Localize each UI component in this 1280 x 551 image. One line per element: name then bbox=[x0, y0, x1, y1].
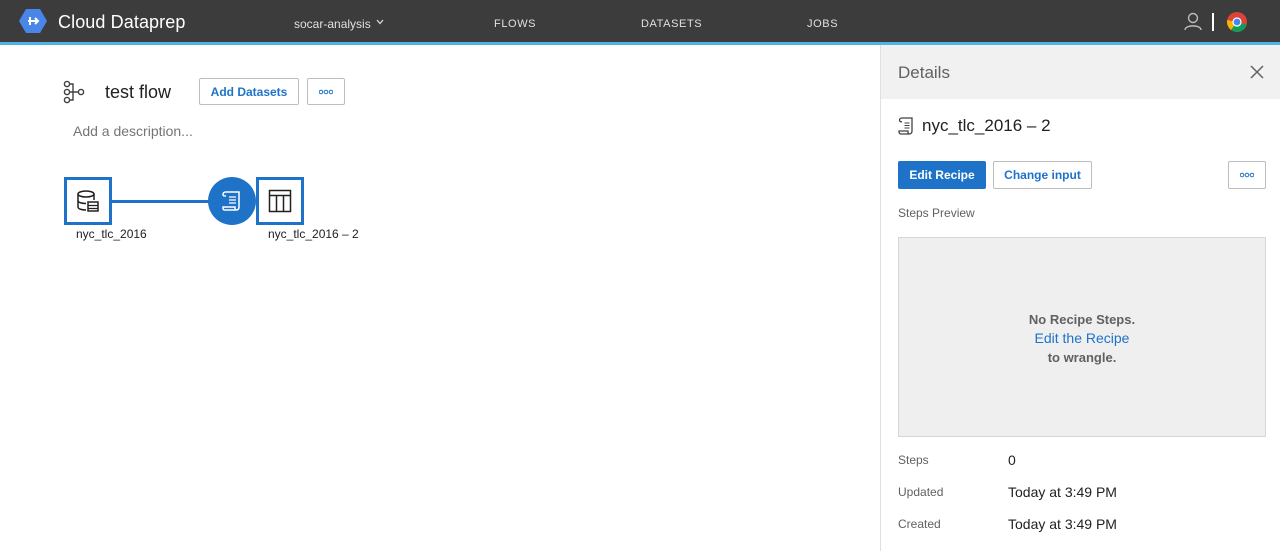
dataset-node[interactable] bbox=[64, 177, 112, 225]
empty-steps-message: No Recipe Steps. Edit the Recipe to wran… bbox=[899, 310, 1265, 367]
table-icon bbox=[268, 189, 292, 213]
flow-connector bbox=[112, 200, 212, 203]
flow-more-button[interactable] bbox=[307, 78, 345, 105]
project-selector[interactable]: socar-analysis bbox=[294, 17, 371, 31]
user-icon[interactable] bbox=[1184, 12, 1202, 31]
details-more-button[interactable] bbox=[1228, 161, 1266, 189]
chrome-icon[interactable] bbox=[1226, 11, 1248, 33]
flow-icon bbox=[63, 80, 85, 104]
nav-flows[interactable]: FLOWS bbox=[494, 18, 536, 30]
steps-preview-label: Steps Preview bbox=[898, 206, 975, 220]
top-bar: Cloud Dataprep socar-analysis FLOWS DATA… bbox=[0, 0, 1280, 45]
change-input-button[interactable]: Change input bbox=[993, 161, 1092, 189]
steps-count-value: 0 bbox=[1008, 452, 1016, 468]
output-node-label: nyc_tlc_2016 – 2 bbox=[268, 227, 359, 241]
close-icon[interactable] bbox=[1250, 65, 1264, 79]
app-title: Cloud Dataprep bbox=[58, 12, 186, 32]
steps-preview-box: No Recipe Steps. Edit the Recipe to wran… bbox=[898, 237, 1266, 437]
steps-count-label: Steps bbox=[898, 453, 929, 467]
flow-canvas: test flow Add Datasets Add a description… bbox=[0, 45, 880, 551]
edit-recipe-button[interactable]: Edit Recipe bbox=[898, 161, 986, 189]
more-options-icon bbox=[319, 89, 333, 94]
output-dataset-node[interactable] bbox=[256, 177, 304, 225]
top-bar-divider bbox=[1212, 13, 1214, 31]
recipe-title: nyc_tlc_2016 – 2 bbox=[922, 116, 1051, 135]
details-title: Details bbox=[898, 63, 950, 82]
created-label: Created bbox=[898, 517, 941, 531]
details-header: Details bbox=[881, 45, 1280, 99]
recipe-scroll-icon bbox=[222, 191, 240, 211]
created-value: Today at 3:49 PM bbox=[1008, 516, 1117, 532]
empty-steps-line3: to wrangle. bbox=[1047, 350, 1117, 365]
details-panel: Details nyc_tlc_2016 – 2 Edit Recipe Cha… bbox=[880, 45, 1280, 551]
flow-description-input[interactable]: Add a description... bbox=[73, 123, 193, 139]
edit-the-recipe-link[interactable]: Edit the Recipe bbox=[899, 329, 1265, 348]
empty-steps-line1: No Recipe Steps. bbox=[1028, 312, 1136, 327]
updated-value: Today at 3:49 PM bbox=[1008, 484, 1117, 500]
more-options-icon bbox=[1240, 172, 1254, 178]
recipe-node[interactable] bbox=[208, 177, 256, 225]
add-datasets-button[interactable]: Add Datasets bbox=[199, 78, 299, 105]
nav-jobs[interactable]: JOBS bbox=[807, 18, 838, 30]
updated-label: Updated bbox=[898, 485, 944, 499]
recipe-icon bbox=[898, 117, 913, 135]
dataset-node-label: nyc_tlc_2016 bbox=[76, 227, 147, 241]
chevron-down-icon[interactable] bbox=[376, 18, 384, 26]
nav-datasets[interactable]: DATASETS bbox=[641, 18, 702, 30]
dataprep-hexagon-icon[interactable] bbox=[19, 8, 47, 34]
database-icon bbox=[77, 190, 99, 212]
flow-title[interactable]: test flow bbox=[105, 82, 171, 103]
